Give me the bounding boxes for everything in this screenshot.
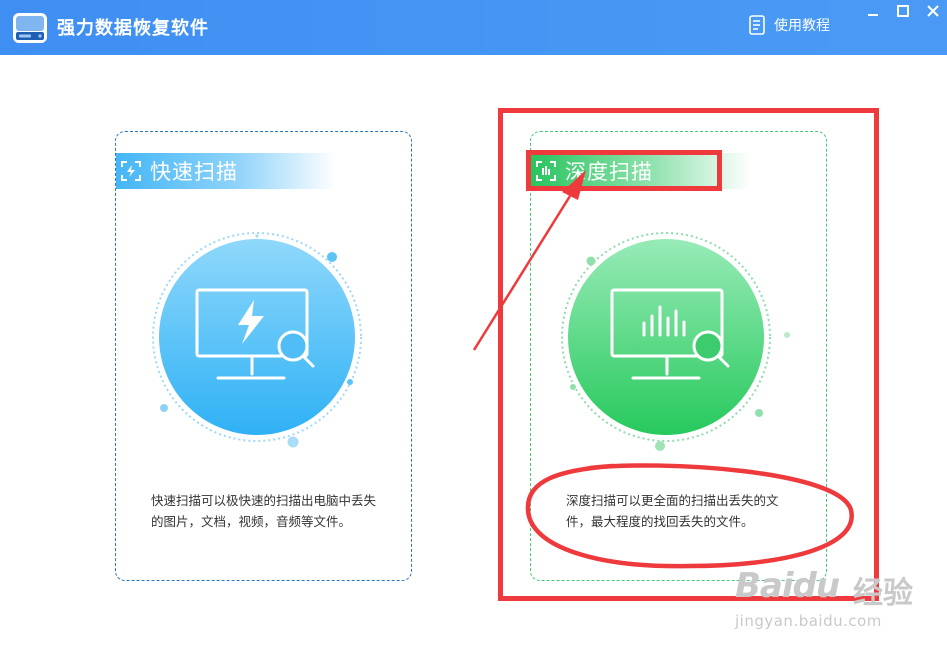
baidu-watermark: Baidu 经验 jingyan.baidu.com bbox=[735, 566, 925, 636]
title-bar: 强力数据恢复软件 使用教程 bbox=[0, 0, 947, 55]
close-icon bbox=[926, 4, 939, 17]
scan-frame-icon bbox=[536, 161, 556, 181]
minimize-button[interactable] bbox=[858, 0, 887, 21]
help-tutorial-link[interactable]: 使用教程 bbox=[748, 13, 830, 37]
deep-scan-illustration[interactable] bbox=[561, 232, 791, 462]
help-tutorial-label: 使用教程 bbox=[774, 18, 830, 34]
watermark-brand-suffix: 经验 bbox=[853, 576, 913, 611]
app-title: 强力数据恢复软件 bbox=[57, 18, 209, 39]
scan-frame-icon bbox=[121, 161, 141, 181]
maximize-button[interactable] bbox=[888, 0, 917, 21]
quick-scan-description: 快速扫描可以极快速的扫描出电脑中丢失的图片，文档，视频，音频等文件。 bbox=[151, 493, 377, 529]
deep-scan-description: 深度扫描可以更全面的扫描出丢失的文件，最大程度的找回丢失的文件。 bbox=[566, 493, 779, 529]
close-button[interactable] bbox=[918, 0, 947, 21]
quick-scan-card[interactable]: 快速扫描 快速扫描可以极快速的扫描出电脑中丢失的图片，文档，视频，音频等文件。 bbox=[115, 131, 412, 581]
quick-scan-illustration[interactable] bbox=[146, 232, 376, 462]
watermark-brand: Baidu bbox=[735, 566, 840, 606]
maximize-icon bbox=[896, 4, 909, 17]
document-icon bbox=[749, 15, 765, 35]
quick-scan-title: 快速扫描 bbox=[150, 160, 238, 184]
watermark-url: jingyan.baidu.com bbox=[735, 612, 882, 630]
hard-drive-icon bbox=[13, 13, 47, 43]
deep-scan-header[interactable]: 深度扫描 bbox=[531, 153, 751, 189]
minimize-icon bbox=[867, 13, 878, 16]
deep-scan-card[interactable]: 深度扫描 深度扫描可以更全面的扫描出丢失的文件，最大程度的找回丢失的文件。 bbox=[530, 131, 827, 581]
deep-scan-title: 深度扫描 bbox=[565, 160, 653, 184]
quick-scan-header[interactable]: 快速扫描 bbox=[116, 153, 336, 189]
